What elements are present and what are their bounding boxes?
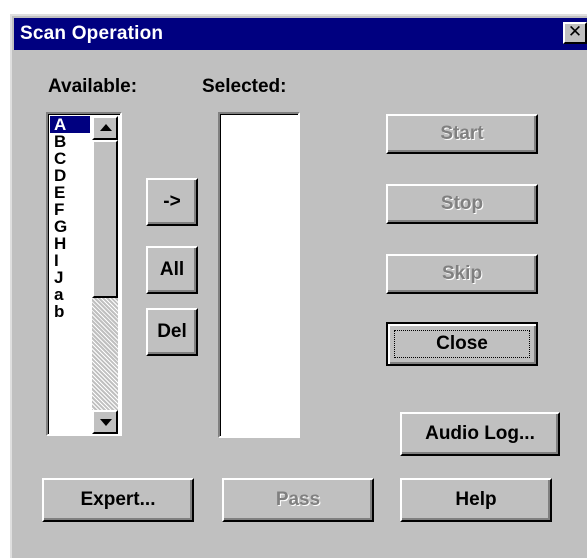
list-item[interactable]: G xyxy=(50,218,90,235)
add-all-button[interactable]: All xyxy=(146,246,198,294)
close-window-button[interactable]: ✕ xyxy=(563,22,587,44)
selected-label: Selected: xyxy=(202,76,287,97)
selected-listbox[interactable] xyxy=(218,112,300,438)
window-title: Scan Operation xyxy=(20,23,164,44)
available-items: A B C D E F G H I J a b xyxy=(50,116,90,320)
add-all-button-label: All xyxy=(159,259,185,280)
audio-log-button[interactable]: Audio Log... xyxy=(400,412,560,456)
list-item[interactable]: a xyxy=(50,286,90,303)
available-listbox[interactable]: A B C D E F G H I J a b xyxy=(46,112,122,436)
start-button[interactable]: Start xyxy=(386,114,538,154)
list-item[interactable]: B xyxy=(50,133,90,150)
close-button-label: Close xyxy=(436,333,488,354)
scroll-thumb[interactable] xyxy=(92,140,118,298)
add-button[interactable]: -> xyxy=(146,178,198,226)
scroll-up-arrow-icon xyxy=(100,124,112,131)
available-label: Available: xyxy=(48,76,138,97)
scroll-down-button[interactable] xyxy=(92,410,118,434)
expert-button-label: Expert... xyxy=(80,489,156,510)
scroll-up-button[interactable] xyxy=(92,116,118,140)
help-button-label: Help xyxy=(455,489,497,510)
scroll-down-arrow-icon xyxy=(100,419,112,426)
list-item[interactable]: E xyxy=(50,184,90,201)
audio-log-button-label: Audio Log... xyxy=(425,423,535,444)
skip-button[interactable]: Skip xyxy=(386,254,538,294)
list-item[interactable]: D xyxy=(50,167,90,184)
skip-button-label: Skip xyxy=(441,263,483,284)
stop-button-label: Stop xyxy=(440,193,484,214)
close-button[interactable]: Close xyxy=(386,322,538,366)
delete-button[interactable]: Del xyxy=(146,308,198,356)
start-button-label: Start xyxy=(440,123,484,144)
list-item[interactable]: C xyxy=(50,150,90,167)
add-button-label: -> xyxy=(163,191,181,212)
list-item[interactable]: J xyxy=(50,269,90,286)
close-icon: ✕ xyxy=(567,22,583,42)
stop-button[interactable]: Stop xyxy=(386,184,538,224)
help-button[interactable]: Help xyxy=(400,478,552,522)
list-item[interactable]: b xyxy=(50,303,90,320)
available-scrollbar[interactable] xyxy=(92,116,118,434)
scan-operation-dialog: Scan Operation ✕ Available: Selected: A … xyxy=(10,14,587,558)
title-bar[interactable]: Scan Operation ✕ xyxy=(14,18,587,50)
list-item[interactable]: H xyxy=(50,235,90,252)
delete-button-label: Del xyxy=(157,321,187,342)
list-item[interactable]: F xyxy=(50,201,90,218)
list-item[interactable]: I xyxy=(50,252,90,269)
pass-button-label: Pass xyxy=(275,489,321,510)
expert-button[interactable]: Expert... xyxy=(42,478,194,522)
list-item[interactable]: A xyxy=(50,116,90,133)
pass-button[interactable]: Pass xyxy=(222,478,374,522)
